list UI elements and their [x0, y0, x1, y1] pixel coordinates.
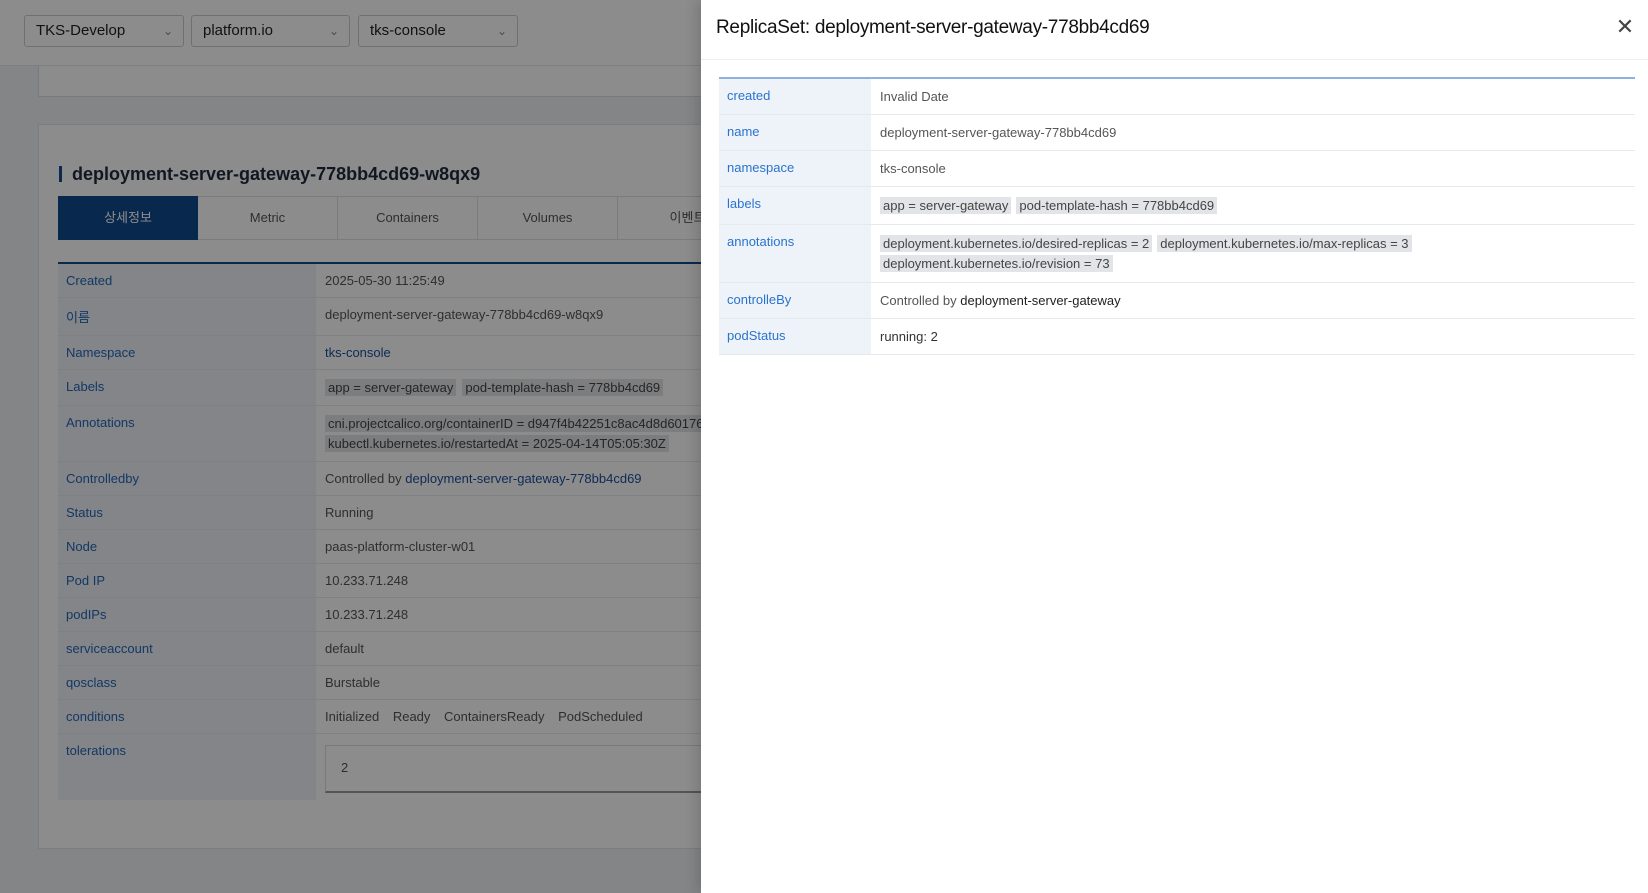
table-row: annotations deployment.kubernetes.io/des…	[719, 225, 1635, 283]
table-row: namespace tks-console	[719, 151, 1635, 187]
table-row: labels app = server-gateway pod-template-…	[719, 187, 1635, 225]
row-key: labels	[719, 187, 871, 224]
row-key: created	[719, 79, 871, 114]
row-key: podStatus	[719, 319, 871, 354]
controlled-by-prefix: Controlled by	[880, 293, 957, 308]
row-value: tks-console	[880, 161, 946, 176]
drawer-header: ReplicaSet: deployment-server-gateway-77…	[701, 0, 1648, 60]
controlled-by-target: deployment-server-gateway	[960, 293, 1121, 308]
row-key: name	[719, 115, 871, 150]
drawer-title: ReplicaSet: deployment-server-gateway-77…	[716, 17, 1150, 38]
row-value: Controlled by deployment-server-gateway	[871, 283, 1635, 318]
annotation-chip: deployment.kubernetes.io/desired-replica…	[880, 235, 1153, 252]
row-value: app = server-gateway pod-template-hash = …	[871, 187, 1635, 224]
table-row: controlleBy Controlled by deployment-ser…	[719, 283, 1635, 319]
replicaset-drawer: ReplicaSet: deployment-server-gateway-77…	[701, 0, 1648, 893]
label-chip: pod-template-hash = 778bb4cd69	[1016, 197, 1218, 214]
row-key: controlleBy	[719, 283, 871, 318]
table-row: created Invalid Date	[719, 79, 1635, 115]
replicaset-detail-table: created Invalid Date name deployment-ser…	[719, 77, 1635, 355]
annotation-chip: deployment.kubernetes.io/max-replicas = …	[1157, 235, 1412, 252]
row-value: deployment.kubernetes.io/desired-replica…	[871, 225, 1635, 282]
row-value: running: 2	[880, 329, 938, 344]
annotation-chip: deployment.kubernetes.io/revision = 73	[880, 255, 1113, 272]
table-row: name deployment-server-gateway-778bb4cd6…	[719, 115, 1635, 151]
row-key: namespace	[719, 151, 871, 186]
label-chip: app = server-gateway	[880, 197, 1012, 214]
table-row: podStatus running: 2	[719, 319, 1635, 355]
close-icon[interactable]: ✕	[1612, 14, 1638, 40]
row-value: deployment-server-gateway-778bb4cd69	[880, 125, 1117, 140]
row-key: annotations	[719, 225, 871, 282]
row-value: Invalid Date	[880, 89, 949, 104]
